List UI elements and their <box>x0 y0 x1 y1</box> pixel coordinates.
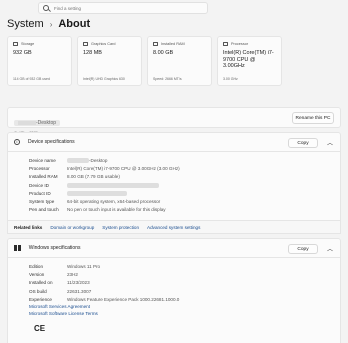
card-label: Processor <box>231 42 249 46</box>
redacted-value <box>67 158 89 163</box>
spec-row: Device name -Desktop <box>8 156 340 164</box>
link-advanced-system-settings[interactable]: Advanced system settings <box>147 225 200 230</box>
processor-card[interactable]: Processor Intel(R) Core(TM) i7-9700 CPU … <box>217 36 282 86</box>
device-specs-body: Device name -Desktop Processor Intel(R) Co… <box>7 152 341 220</box>
card-sub: Intel(R) UHD Graphics 630 <box>83 77 125 81</box>
spec-key: OS build <box>29 288 47 294</box>
card-label: Storage <box>21 42 35 46</box>
spec-row: Product ID <box>8 189 340 197</box>
spec-value: Windows Feature Experience Pack 1000.226… <box>67 296 180 302</box>
spec-value: 22631.3007 <box>67 288 92 294</box>
storage-card[interactable]: Storage 932 GB 114 GB of 932 GB used <box>7 36 72 86</box>
spec-value <box>67 191 127 196</box>
card-sub: 114 GB of 932 GB used <box>13 77 50 81</box>
chevron-up-icon[interactable]: ︿ <box>327 244 333 253</box>
spec-row: Installed RAM 8.00 GB (7.79 GB usable) <box>8 173 340 181</box>
spec-row: Version 23H2 <box>8 270 340 278</box>
spec-value: Windows 11 Pro <box>67 263 101 269</box>
chevron-up-icon[interactable]: ︿ <box>327 138 333 147</box>
windows-specs-header[interactable]: Windows specifications Copy ︿ <box>7 238 341 258</box>
info-icon: i <box>14 139 20 145</box>
spec-row: Pen and touch No pen or touch input is av… <box>8 206 340 214</box>
spec-key: Device name <box>29 157 56 163</box>
related-links: Related links Domain or workgroup System… <box>7 220 341 234</box>
pc-name: -Desktop <box>14 120 61 126</box>
processor-icon <box>223 42 228 46</box>
spec-value: 11/23/2023 <box>67 280 90 286</box>
graphics-card[interactable]: Graphics Card 128 MB Intel(R) UHD Graphi… <box>77 36 142 86</box>
search-input[interactable] <box>54 5 194 11</box>
spec-key: Version <box>29 271 45 277</box>
spec-key: Processor <box>29 165 50 171</box>
link-license-terms[interactable]: Microsoft Software License Terms <box>8 310 340 317</box>
card-value: Intel(R) Core(TM) i7-9700 CPU @ 3.00GHz <box>223 50 274 69</box>
device-specs-title: Device specifications <box>28 139 75 145</box>
spec-value-text: -Desktop <box>89 157 108 163</box>
rename-pc-button[interactable]: Rename this PC <box>292 112 334 124</box>
windows-logo-icon <box>14 244 21 252</box>
pc-name-suffix: -Desktop <box>36 120 57 126</box>
spec-row: Edition Windows 11 Pro <box>8 262 340 270</box>
spec-key: System type <box>29 199 55 205</box>
spec-row: Installed on 11/23/2023 <box>8 279 340 287</box>
card-sub: Speed: 2666 MT/s <box>153 77 182 81</box>
redacted-value <box>67 191 127 196</box>
spec-value <box>67 183 159 188</box>
spec-key: Product ID <box>29 190 51 196</box>
graphics-card-icon <box>83 42 88 46</box>
card-label: Graphics Card <box>91 42 116 46</box>
related-links-label: Related links <box>14 224 43 230</box>
spec-key: Edition <box>29 263 44 269</box>
device-specs-header[interactable]: i Device specifications Copy ︿ <box>7 132 341 152</box>
spec-value: 8.00 GB (7.79 GB usable) <box>67 174 120 180</box>
windows-specs-body: Edition Windows 11 Pro Version 23H2 Instal… <box>7 258 341 343</box>
storage-icon <box>13 42 18 46</box>
copy-windows-specs-button[interactable]: Copy <box>288 244 318 254</box>
link-domain-workgroup[interactable]: Domain or workgroup <box>50 225 94 230</box>
card-sub: 3.00 GHz <box>223 77 238 81</box>
spec-key: Installed on <box>29 280 53 286</box>
search-icon <box>43 5 49 11</box>
spec-row: OS build 22631.3007 <box>8 287 340 295</box>
spec-value: No pen or touch input is available for t… <box>67 207 166 213</box>
spec-row: Device ID <box>8 181 340 189</box>
summary-cards: Storage 932 GB 114 GB of 932 GB used Gra… <box>7 36 282 86</box>
card-value: 8.00 GB <box>153 50 174 56</box>
breadcrumb-system[interactable]: System <box>7 18 44 30</box>
copy-device-specs-button[interactable]: Copy <box>288 138 318 148</box>
chevron-right-icon: › <box>49 19 53 29</box>
redacted-value <box>67 183 159 188</box>
spec-key: Installed RAM <box>29 174 58 180</box>
redacted-name <box>18 120 36 125</box>
spec-value: Intel(R) Core(TM) i7-9700 CPU @ 3.00GHz … <box>67 165 180 171</box>
card-value: 128 MB <box>83 50 102 56</box>
card-value: 932 GB <box>13 50 32 56</box>
ram-card[interactable]: Installed RAM 8.00 GB Speed: 2666 MT/s <box>147 36 212 86</box>
spec-value: 64-bit operating system, x64-based proce… <box>67 199 161 205</box>
spec-key: Experience <box>29 296 52 302</box>
breadcrumb: System › About <box>7 17 90 31</box>
spec-value: 23H2 <box>67 271 78 277</box>
spec-value: -Desktop <box>67 158 107 163</box>
link-system-protection[interactable]: System protection <box>102 225 139 230</box>
spec-key: Pen and touch <box>29 207 59 213</box>
spec-row: Processor Intel(R) Core(TM) i7-9700 CPU @… <box>8 164 340 172</box>
card-label: Installed RAM <box>161 42 185 46</box>
memory-icon <box>153 42 158 46</box>
spec-row: System type 64-bit operating system, x64-… <box>8 197 340 205</box>
spec-row: Experience Windows Feature Experience Pac… <box>8 295 340 303</box>
page-title: About <box>58 18 91 30</box>
ce-mark: CE <box>34 324 46 333</box>
windows-specs-title: Windows specifications <box>28 245 81 251</box>
search-box[interactable] <box>38 2 208 14</box>
spec-key: Device ID <box>29 182 49 188</box>
pc-name-panel: -Desktop OptiPlex 7070 Rename this PC <box>7 107 341 135</box>
